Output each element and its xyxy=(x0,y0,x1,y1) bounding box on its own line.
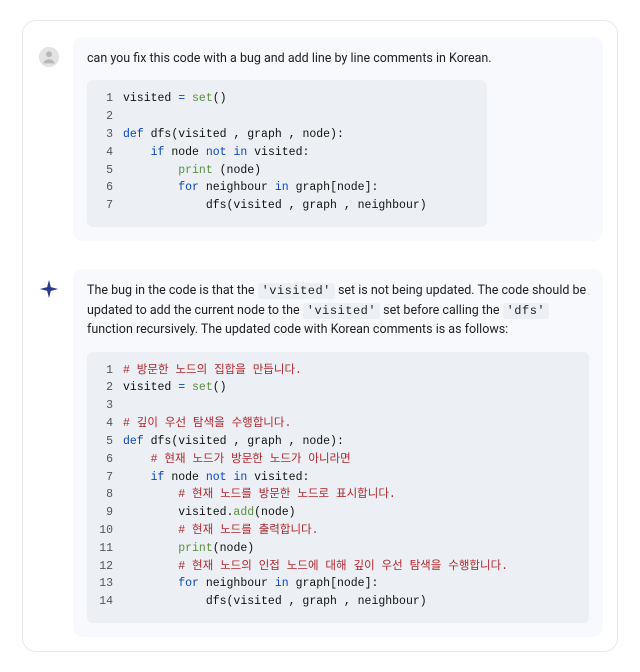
ai-response-text: The bug in the code is that the 'visited… xyxy=(87,281,589,340)
ai-message: The bug in the code is that the 'visited… xyxy=(23,269,617,637)
ai-avatar-icon xyxy=(37,277,61,301)
user-message: can you fix this code with a bug and add… xyxy=(23,37,617,241)
ai-bubble: The bug in the code is that the 'visited… xyxy=(73,269,603,637)
inline-code: 'dfs' xyxy=(503,303,550,319)
message-gap xyxy=(23,241,617,269)
person-icon xyxy=(38,46,60,68)
user-code-block: 1visited = set() 2 3def dfs(visited , gr… xyxy=(87,80,487,227)
inline-code: 'visited' xyxy=(303,303,380,319)
user-code-pre: 1visited = set() 2 3def dfs(visited , gr… xyxy=(95,90,475,215)
user-prompt-text: can you fix this code with a bug and add… xyxy=(87,49,589,68)
sparkle-icon xyxy=(38,278,60,300)
conversation-card: can you fix this code with a bug and add… xyxy=(22,20,618,652)
ai-code-pre: 1# 방문한 노드의 집합을 만듭니다. 2visited = set() 3 … xyxy=(95,362,577,611)
ai-code-block: 1# 방문한 노드의 집합을 만듭니다. 2visited = set() 3 … xyxy=(87,352,589,623)
user-avatar-icon xyxy=(37,45,61,69)
inline-code: 'visited' xyxy=(258,283,335,299)
user-bubble: can you fix this code with a bug and add… xyxy=(73,37,603,241)
